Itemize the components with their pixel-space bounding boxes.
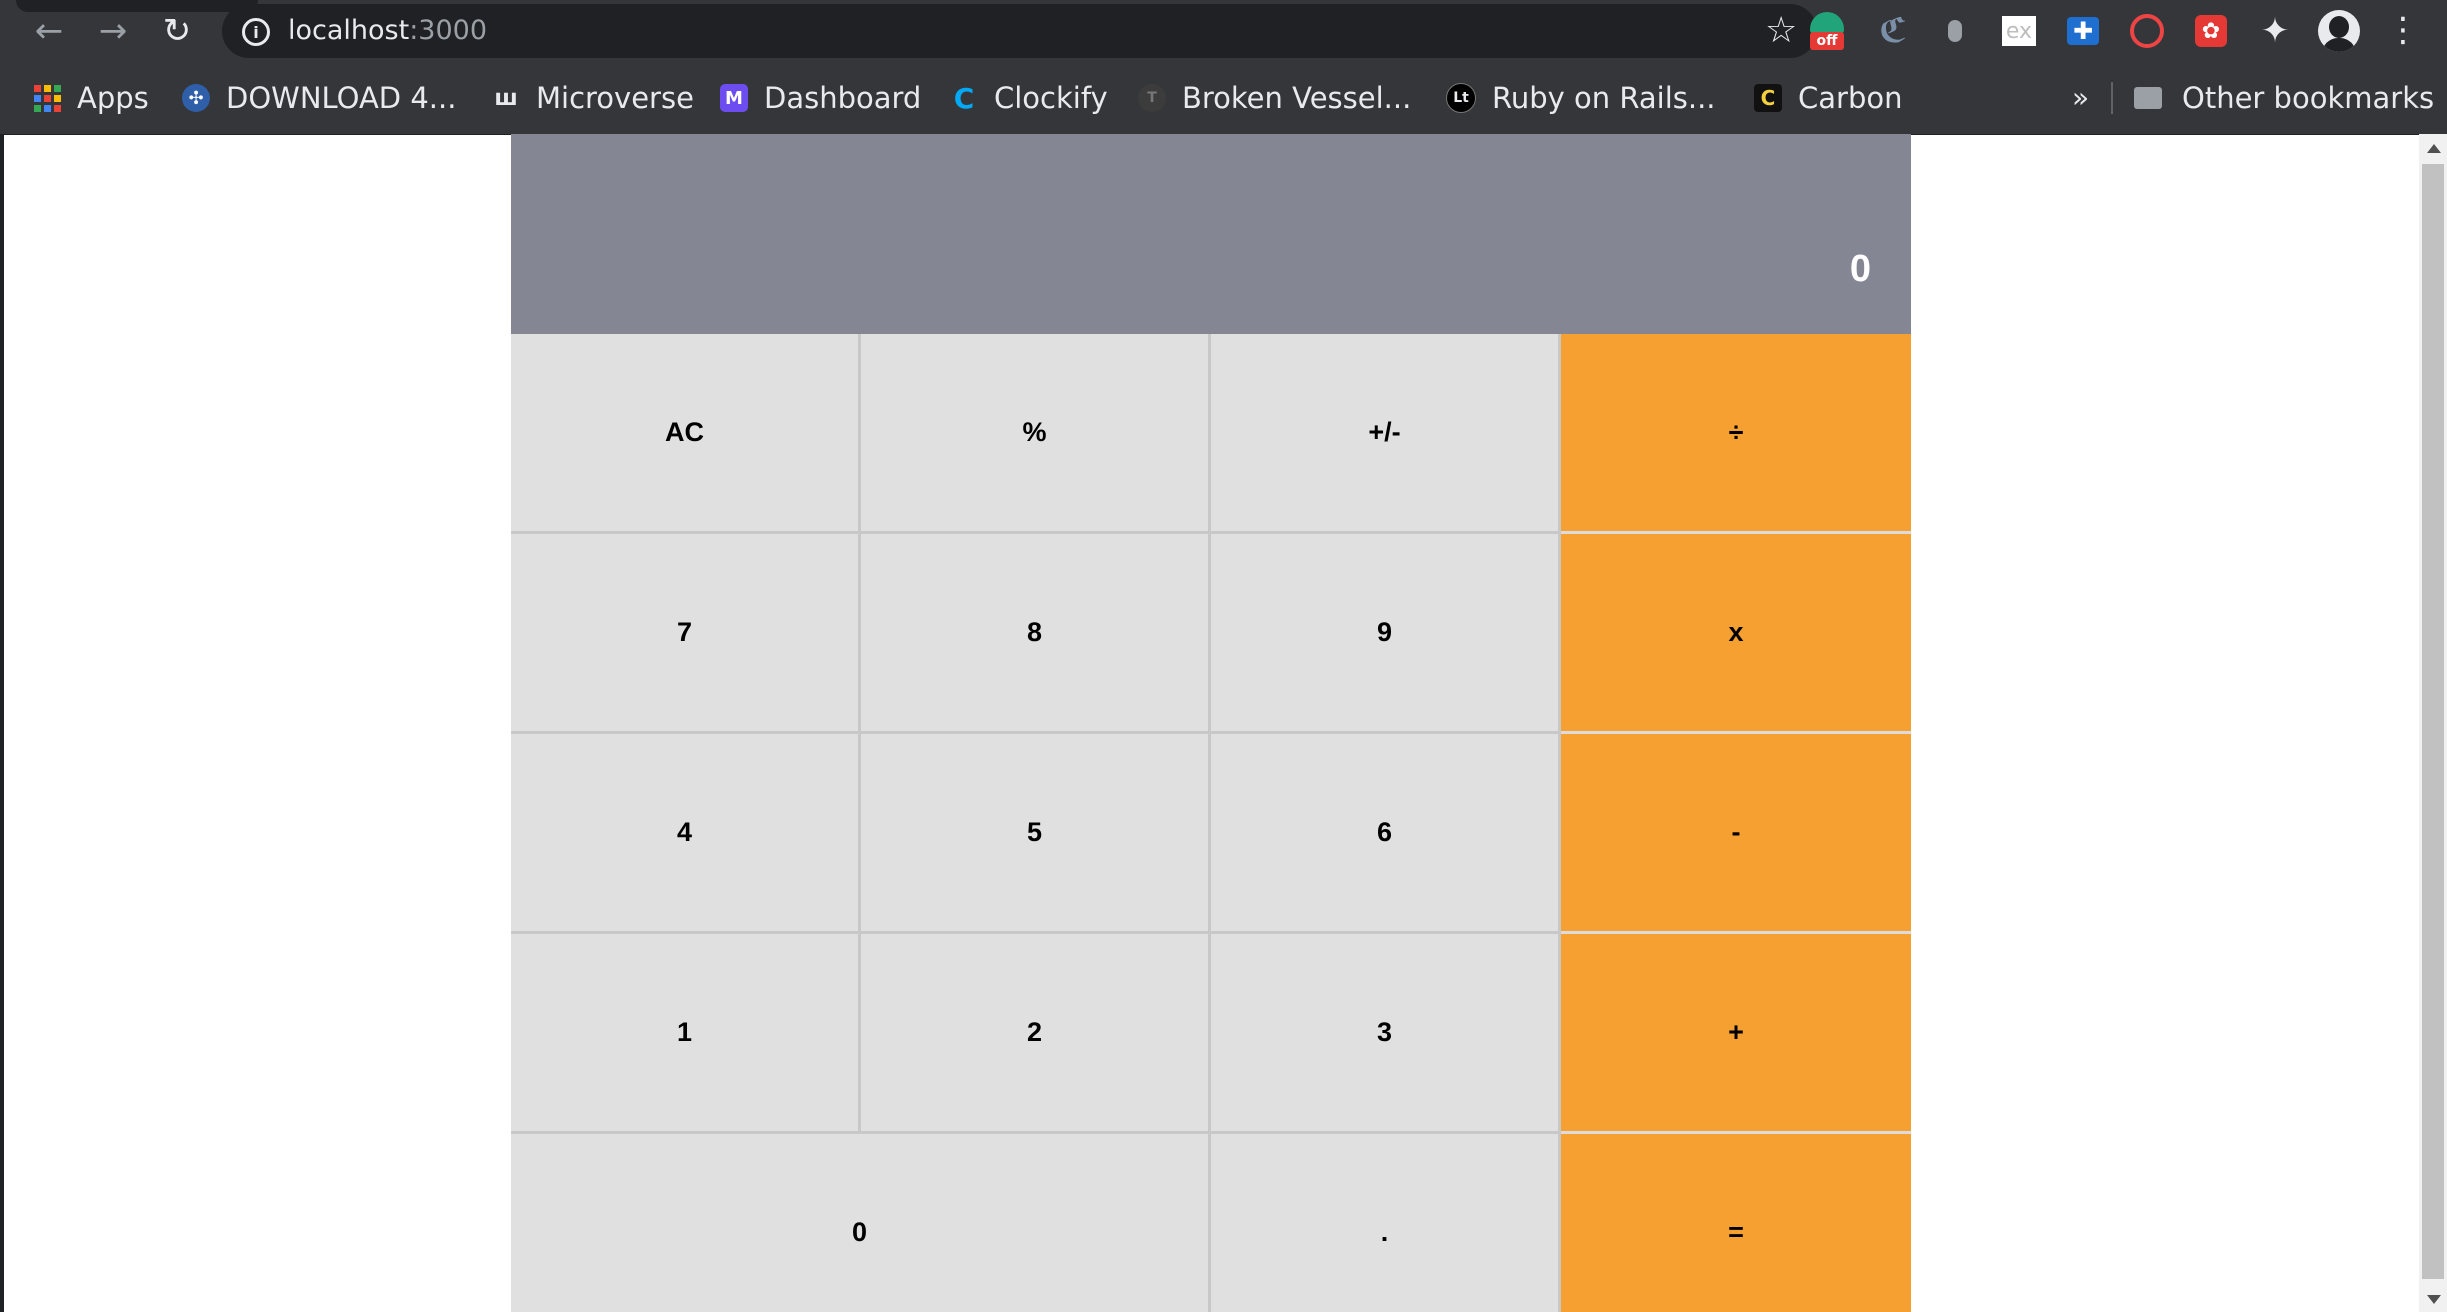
bookmarks-overflow-button[interactable]: » (2072, 62, 2089, 134)
key-9[interactable]: 9 (1211, 534, 1561, 734)
puzzle-icon[interactable]: ✦ (2256, 11, 2294, 51)
profile-avatar[interactable] (2318, 10, 2360, 52)
key-6[interactable]: 6 (1211, 734, 1561, 934)
key-7[interactable]: 7 (511, 534, 861, 734)
key-8[interactable]: 8 (861, 534, 1211, 734)
bookmark-download[interactable]: ✣ DOWNLOAD 4... (182, 62, 456, 134)
scroll-down-arrow-icon[interactable] (2427, 1295, 2441, 1304)
display-value: 0 (1849, 248, 1871, 290)
forward-arrow-icon[interactable]: → (90, 8, 136, 54)
bookmark-star-icon[interactable]: ☆ (1765, 12, 1797, 50)
bookmark-carbon[interactable]: C Carbon (1754, 62, 1902, 134)
key-0[interactable]: 0 (511, 1134, 1211, 1312)
bookmarks-divider (2111, 82, 2113, 114)
key-ac[interactable]: AC (511, 334, 861, 534)
bookmark-broken-vessel[interactable]: T Broken Vessel... (1138, 62, 1411, 134)
key-2[interactable]: 2 (861, 934, 1211, 1134)
mouse-icon[interactable] (1936, 12, 1974, 50)
key-plus[interactable]: + (1561, 934, 1911, 1134)
other-bookmarks[interactable]: Other bookmarks (2134, 62, 2434, 134)
site-info-icon[interactable]: i (242, 18, 270, 46)
carbon-icon: C (1754, 84, 1782, 112)
page-scrollbar[interactable] (2419, 134, 2447, 1312)
url-text[interactable]: localhost:3000 (288, 16, 487, 46)
film-reel-icon: ✣ (182, 84, 210, 112)
key-5[interactable]: 5 (861, 734, 1211, 934)
bookmark-clockify[interactable]: C Clockify (950, 62, 1108, 134)
clockify-icon: C (953, 81, 975, 115)
key-equals[interactable]: = (1561, 1134, 1911, 1312)
calculator: 0 AC % +/- ÷ 7 8 9 x 4 5 6 - 1 2 3 + 0 .… (511, 134, 1911, 1312)
key-decimal[interactable]: . (1211, 1134, 1561, 1312)
key-1[interactable]: 1 (511, 934, 861, 1134)
paw-icon[interactable]: ✿ (2192, 12, 2230, 50)
browser-toolbar: ← → ↻ i localhost:3000 ☆ off ℭ ex ✚ ✿ ✦ … (0, 0, 2447, 62)
bookmark-ruby-on-rails[interactable]: Lt Ruby on Rails... (1446, 62, 1716, 134)
bookmark-microverse[interactable]: ꟺ Microverse (492, 62, 694, 134)
folder-icon (2134, 87, 2162, 109)
microverse-icon: ꟺ (494, 85, 518, 111)
bookmark-apps[interactable]: Apps (34, 62, 149, 134)
window-edge (0, 134, 4, 1312)
bookmark-dashboard[interactable]: M Dashboard (720, 62, 921, 134)
key-sign[interactable]: +/- (1211, 334, 1561, 534)
apps-grid-icon (34, 84, 61, 112)
lt-circle-icon: Lt (1446, 83, 1476, 113)
honey-icon[interactable]: off (1808, 12, 1846, 50)
reload-icon[interactable]: ↻ (154, 8, 200, 54)
key-percent[interactable]: % (861, 334, 1211, 534)
bookmarks-bar: Apps ✣ DOWNLOAD 4... ꟺ Microverse M Dash… (0, 62, 2447, 135)
t-circle-icon: T (1138, 84, 1166, 112)
spiral-icon[interactable] (2128, 12, 2166, 50)
key-divide[interactable]: ÷ (1561, 334, 1911, 534)
scrollbar-thumb[interactable] (2422, 164, 2444, 1279)
back-arrow-icon[interactable]: ← (26, 8, 72, 54)
key-3[interactable]: 3 (1211, 934, 1561, 1134)
ex-icon[interactable]: ex (2000, 12, 2038, 50)
key-multiply[interactable]: x (1561, 534, 1911, 734)
calculator-display: 0 (511, 134, 1911, 334)
dashboard-icon: M (720, 84, 748, 112)
clockify-icon[interactable]: ℭ (1874, 11, 1912, 51)
scroll-up-arrow-icon[interactable] (2427, 144, 2441, 153)
key-4[interactable]: 4 (511, 734, 861, 934)
key-minus[interactable]: - (1561, 734, 1911, 934)
cross-icon[interactable]: ✚ (2064, 12, 2102, 50)
address-bar[interactable]: i localhost:3000 ☆ (222, 4, 1817, 58)
menu-kebab-icon[interactable]: ⋮ (2386, 10, 2420, 50)
